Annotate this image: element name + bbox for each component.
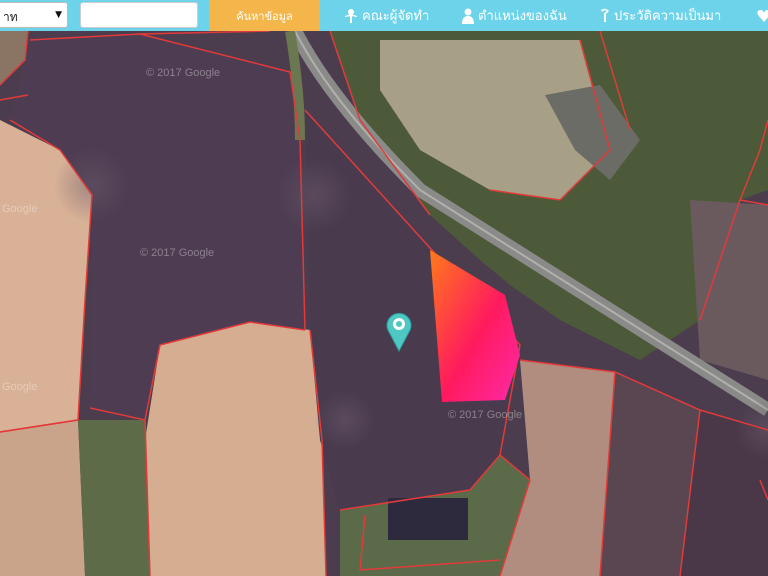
nav-team-label: คณะผู้จัดทำ (362, 9, 430, 24)
field-parcel (690, 200, 768, 380)
map-watermark: © 2017 Google (140, 247, 215, 259)
map-canvas[interactable]: © 2017 Google © 2017 Google © 2017 Googl… (0, 27, 768, 576)
nav-favorite-link[interactable] (757, 0, 768, 31)
nav-my-location-label: ตำแหน่งของฉัน (478, 9, 567, 24)
field-parcel (145, 322, 326, 576)
province-select-value: าท (3, 10, 18, 24)
search-button[interactable]: ค้นหาข้อมูล (209, 0, 320, 31)
map-watermark: Google (2, 203, 38, 215)
map-watermark: © 2017 Google (448, 409, 523, 421)
top-toolbar: าท ▼ ค้นหาข้อมูล คณะผู้จัดทำ ตำแหน่งของฉ… (0, 0, 768, 31)
nav-my-location-link[interactable]: ตำแหน่งของฉัน (462, 0, 567, 31)
vegetation-area (78, 420, 150, 576)
pond (388, 498, 468, 540)
people-icon (345, 8, 357, 23)
nav-team-link[interactable]: คณะผู้จัดทำ (344, 0, 429, 31)
nav-history-label: ประวัติความเป็นมา (614, 9, 722, 24)
nav-history-link[interactable]: ประวัติความเป็นมา (600, 0, 721, 31)
chevron-down-icon: ▼ (55, 10, 62, 20)
info-icon (601, 8, 609, 22)
field-parcel (0, 420, 85, 576)
heart-icon (757, 9, 768, 22)
search-input[interactable] (80, 2, 198, 28)
map-watermark: Google (2, 381, 38, 393)
person-icon (462, 8, 474, 24)
map-pin-icon[interactable] (386, 312, 412, 352)
province-select[interactable]: าท ▼ (0, 2, 68, 28)
map-watermark: © 2017 Google (146, 67, 221, 79)
satellite-imagery (0, 27, 768, 576)
